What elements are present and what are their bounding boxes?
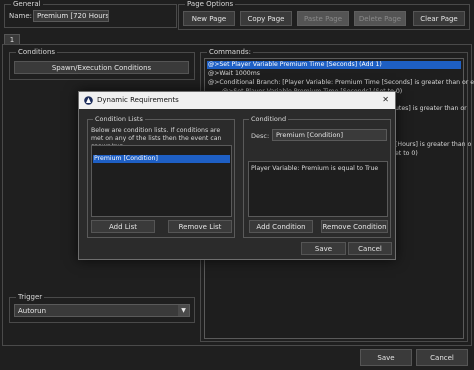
general-legend: General xyxy=(11,0,43,9)
chevron-down-icon: ▼ xyxy=(178,305,189,316)
general-group: General Name: Premium [720 Hours] xyxy=(4,0,177,28)
condition-lists-legend: Condition Lists xyxy=(93,115,145,124)
paste-page-button[interactable]: Paste Page xyxy=(297,11,349,26)
save-button[interactable]: Save xyxy=(360,349,412,366)
command-line-partial[interactable]: utes] is greater than or xyxy=(395,105,467,113)
desc-label: Desc: xyxy=(251,132,270,140)
conditions-list[interactable]: Player Variable: Premium is equal to Tru… xyxy=(248,161,388,217)
command-line-partial[interactable]: [Hours] is greater than o xyxy=(395,141,471,149)
close-icon[interactable]: ✕ xyxy=(382,95,389,104)
new-page-button[interactable]: New Page xyxy=(183,11,235,26)
list-item[interactable]: Premium [Condition] xyxy=(93,155,230,163)
command-line-partial[interactable]: et to 0) xyxy=(395,150,418,158)
command-line[interactable]: @>Conditional Branch: [Player Variable: … xyxy=(208,79,474,87)
app-logo-icon xyxy=(84,96,93,105)
command-line[interactable]: @>Wait 1000ms xyxy=(208,70,260,78)
delete-page-button[interactable]: Delete Page xyxy=(354,11,406,26)
tab-1-label: 1 xyxy=(9,35,15,44)
trigger-value: Autorun xyxy=(18,306,47,315)
dialog-save-button[interactable]: Save xyxy=(301,242,346,255)
name-label: Name: xyxy=(9,12,33,20)
desc-input[interactable]: Premium [Condition] xyxy=(272,129,387,141)
remove-list-button[interactable]: Remove List xyxy=(168,220,232,233)
conditions-group: Conditions Spawn/Execution Conditions xyxy=(9,48,195,80)
trigger-group: Trigger Autorun ▼ xyxy=(9,293,195,323)
page-options-legend: Page Options xyxy=(185,0,236,9)
dynamic-requirements-dialog: Dynamic Requirements ✕ Condition Lists B… xyxy=(78,91,396,260)
trigger-legend: Trigger xyxy=(16,293,45,302)
dialog-cancel-button[interactable]: Cancel xyxy=(348,242,392,255)
dialog-title: Dynamic Requirements xyxy=(97,96,179,104)
page-options-group: Page Options New Page Copy Page Paste Pa… xyxy=(178,0,470,30)
add-list-button[interactable]: Add List xyxy=(91,220,155,233)
cancel-button[interactable]: Cancel xyxy=(416,349,468,366)
remove-condition-button[interactable]: Remove Condition xyxy=(321,220,388,233)
trigger-select[interactable]: Autorun ▼ xyxy=(14,304,190,317)
condition-lists-group: Condition Lists Below are condition list… xyxy=(87,115,235,238)
tab-1[interactable]: 1 xyxy=(4,34,20,44)
spawn-execution-conditions-button[interactable]: Spawn/Execution Conditions xyxy=(14,61,189,74)
conditions-detail-group: Conditiond Desc: Premium [Condition] Pla… xyxy=(243,115,391,238)
conditions-detail-legend: Conditiond xyxy=(249,115,289,124)
command-line[interactable]: @>Set Player Variable Premium Time [Seco… xyxy=(207,61,461,69)
add-condition-button[interactable]: Add Condition xyxy=(249,220,313,233)
copy-page-button[interactable]: Copy Page xyxy=(240,11,292,26)
conditions-legend: Conditions xyxy=(16,48,58,57)
commands-legend: Commands: xyxy=(207,48,253,57)
dialog-titlebar[interactable]: Dynamic Requirements ✕ xyxy=(79,92,395,109)
list-item[interactable]: Player Variable: Premium is equal to Tru… xyxy=(251,165,378,172)
clear-page-button[interactable]: Clear Page xyxy=(413,11,465,26)
name-input[interactable]: Premium [720 Hours] xyxy=(33,10,109,22)
condition-lists-list[interactable]: Premium [Condition] xyxy=(91,145,232,217)
